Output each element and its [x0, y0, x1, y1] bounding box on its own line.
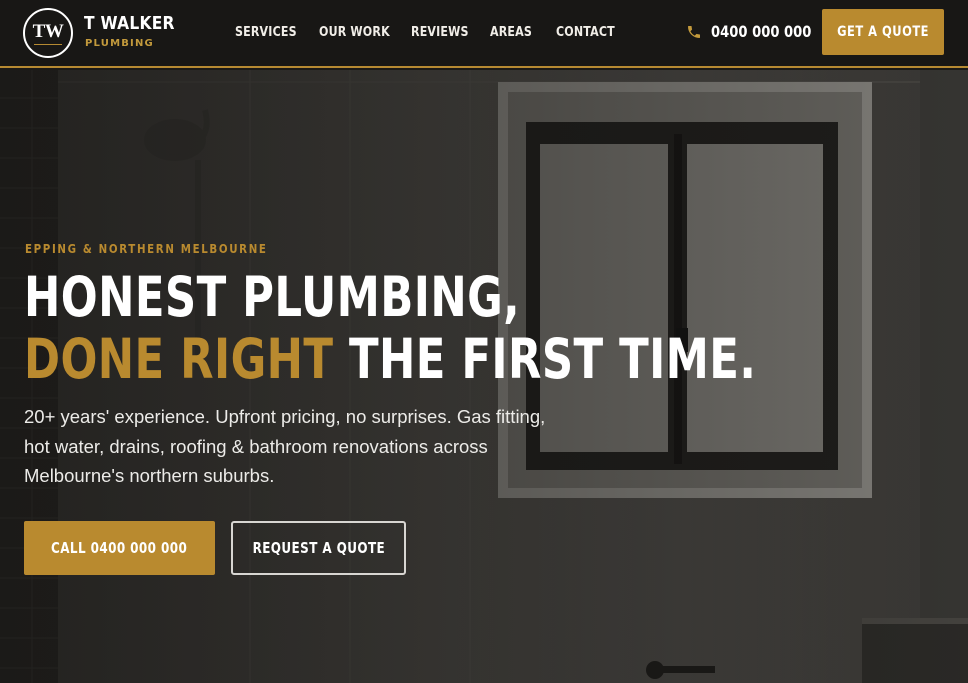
call-now-label: CALL 0400 000 000 [51, 539, 188, 557]
phone-icon [688, 26, 700, 38]
logo[interactable]: TW [23, 8, 73, 58]
headline-rest: THE FIRST TIME. [333, 327, 757, 391]
request-quote-button[interactable]: REQUEST A QUOTE [231, 521, 406, 575]
get-a-quote-button[interactable]: GET A QUOTE [822, 9, 944, 55]
hero-description-line-2: hot water, drains, roofing & bathroom re… [24, 435, 488, 457]
request-quote-label: REQUEST A QUOTE [252, 539, 385, 557]
nav-item-our-work[interactable]: OUR WORK [319, 24, 390, 40]
hero-description-line-1: 20+ years' experience. Upfront pricing, … [24, 406, 546, 427]
hero-description-line-3: Melbourne's northern suburbs. [24, 465, 275, 486]
headline-line-2: DONE RIGHT THE FIRST TIME. [24, 328, 756, 390]
call-now-button[interactable]: CALL 0400 000 000 [24, 521, 215, 575]
logo-monogram: TW [32, 20, 64, 42]
logo-divider [34, 43, 62, 45]
get-a-quote-label: GET A QUOTE [837, 24, 929, 40]
brand-name[interactable]: T WALKER [84, 13, 175, 34]
nav-item-contact[interactable]: CONTACT [556, 24, 615, 40]
hero-headline: HONEST PLUMBING, DONE RIGHT THE FIRST TI… [24, 266, 951, 390]
hero-eyebrow: EPPING & NORTHERN MELBOURNE [25, 241, 268, 256]
header-phone-link[interactable]: 0400 000 000 [711, 22, 811, 41]
headline-line-1: HONEST PLUMBING, [24, 265, 521, 329]
brand-tagline: PLUMBING [85, 38, 154, 49]
headline-accent: DONE RIGHT [24, 327, 334, 391]
nav-item-areas[interactable]: AREAS [490, 24, 532, 40]
site-header: TW T WALKER PLUMBING SERVICES OUR WORK R… [0, 0, 968, 68]
nav-item-reviews[interactable]: REVIEWS [411, 24, 469, 40]
nav-item-services[interactable]: SERVICES [235, 24, 297, 40]
hero-description: 20+ years' experience. Upfront pricing, … [24, 402, 594, 491]
